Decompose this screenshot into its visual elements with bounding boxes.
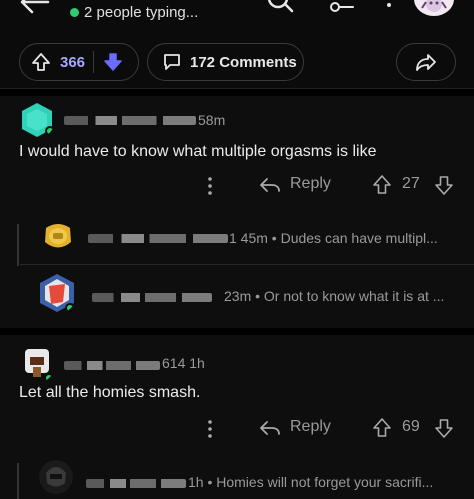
comment-body: I would have to know what multiple orgas… xyxy=(19,143,377,160)
upvote-arrow-icon[interactable] xyxy=(372,417,392,439)
reply-divider xyxy=(20,264,474,265)
back-arrow-icon[interactable] xyxy=(18,0,50,14)
redacted-username xyxy=(88,234,228,243)
downvote-arrow-icon[interactable] xyxy=(434,174,454,196)
comment-card: 58m I would have to know what multiple o… xyxy=(0,96,474,328)
share-icon xyxy=(416,54,436,71)
thread-line xyxy=(17,463,19,499)
comment-meta: 58m xyxy=(198,112,226,128)
reply-button[interactable]: Reply xyxy=(290,418,331,436)
redacted-username xyxy=(86,479,186,488)
reply-preview[interactable]: 1h • Homies will not forget your sacrifi… xyxy=(188,474,433,490)
reply-avatar[interactable] xyxy=(38,220,78,254)
comment-bubble-icon xyxy=(164,54,180,70)
redacted-username xyxy=(64,116,196,125)
user-avatar[interactable] xyxy=(19,345,55,383)
reply-icon[interactable] xyxy=(258,419,282,437)
reply-avatar[interactable] xyxy=(38,459,74,495)
post-action-bar: 366 172 Comments xyxy=(0,34,474,89)
typing-indicator: 2 people typing... xyxy=(70,4,198,21)
comment-body: Let all the homies smash. xyxy=(19,384,201,401)
downvote-arrow-icon[interactable] xyxy=(434,417,454,439)
reply-preview[interactable]: 1 45m • Dudes can have multipl... xyxy=(229,230,438,246)
upvote-arrow-icon[interactable] xyxy=(30,51,52,73)
vote-separator xyxy=(93,51,95,73)
more-vertical-icon[interactable] xyxy=(207,177,213,195)
redacted-username xyxy=(64,361,160,370)
avatar-art-icon xyxy=(421,0,447,12)
search-icon[interactable] xyxy=(266,0,294,16)
comment-actions: Reply 27 xyxy=(0,171,474,201)
reply-icon[interactable] xyxy=(258,176,282,194)
online-dot-icon xyxy=(70,8,79,17)
comments-count-label: 172 Comments xyxy=(190,53,297,71)
more-vertical-icon[interactable] xyxy=(385,0,393,12)
share-button[interactable] xyxy=(396,43,456,81)
comment-score: 27 xyxy=(402,175,420,192)
comment-actions: Reply 69 xyxy=(0,414,474,444)
more-vertical-icon[interactable] xyxy=(207,420,213,438)
user-avatar[interactable] xyxy=(414,0,454,16)
vote-control: 366 xyxy=(19,43,139,81)
user-avatar[interactable] xyxy=(19,102,55,138)
upvote-arrow-icon[interactable] xyxy=(372,174,392,196)
comment-score: 69 xyxy=(402,418,420,435)
reply-button[interactable]: Reply xyxy=(290,175,331,193)
downvote-arrow-icon[interactable] xyxy=(102,51,124,73)
reply-avatar[interactable] xyxy=(37,272,77,314)
reply-preview[interactable]: 23m • Or not to know what it is at ... xyxy=(224,288,444,304)
upvote-count: 366 xyxy=(60,53,86,71)
typing-status-text: 2 people typing... xyxy=(84,4,199,21)
comments-button[interactable]: 172 Comments xyxy=(147,43,304,81)
redacted-username xyxy=(92,293,212,302)
top-bar: 2 people typing... xyxy=(0,0,474,34)
comment-card: 614 1h Let all the homies smash. Reply 6… xyxy=(0,335,474,499)
key-icon[interactable] xyxy=(330,0,354,14)
thread-line xyxy=(17,224,19,266)
comment-meta: 614 1h xyxy=(162,355,205,371)
